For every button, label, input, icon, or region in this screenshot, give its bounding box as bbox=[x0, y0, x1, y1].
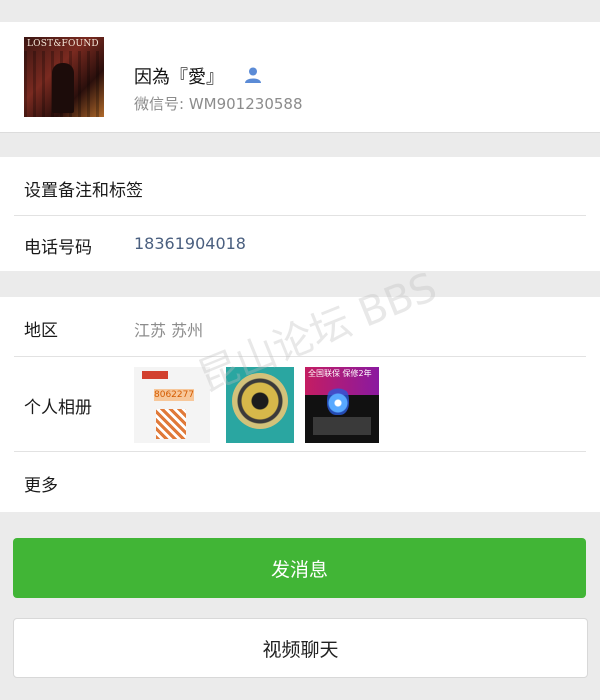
album-photo[interactable] bbox=[226, 367, 294, 443]
wechat-id: 微信号: WM901230588 bbox=[134, 95, 303, 113]
flame-image bbox=[327, 385, 349, 415]
album-label: 个人相册 bbox=[24, 398, 92, 418]
more-row[interactable]: 更多 bbox=[0, 452, 600, 512]
album-photo[interactable]: 全国联保 保修2年 bbox=[305, 367, 379, 443]
remark-tag-label: 设置备注和标签 bbox=[24, 181, 143, 201]
photo-header-mark bbox=[142, 371, 168, 379]
phone-label: 电话号码 bbox=[24, 238, 92, 258]
send-message-button[interactable]: 发消息 bbox=[13, 538, 586, 598]
qr-code-image bbox=[156, 409, 186, 439]
region-label: 地区 bbox=[24, 321, 58, 341]
album-photo[interactable]: 8062277 bbox=[134, 367, 210, 443]
album-row[interactable]: 个人相册 bbox=[0, 357, 600, 451]
stove-burner-image bbox=[232, 373, 288, 429]
avatar[interactable]: LOST&FOUND bbox=[24, 37, 104, 117]
contact-section: 设置备注和标签 电话号码 18361904018 bbox=[0, 157, 600, 271]
avatar-figure bbox=[52, 63, 74, 113]
phone-row[interactable]: 电话号码 18361904018 bbox=[0, 216, 600, 271]
region-value: 江苏 苏州 bbox=[134, 321, 204, 340]
video-chat-button[interactable]: 视频聊天 bbox=[13, 618, 588, 678]
person-icon bbox=[245, 67, 261, 83]
photo-number: 8062277 bbox=[154, 389, 195, 401]
more-label: 更多 bbox=[24, 476, 58, 496]
photo-banner-text: 全国联保 保修2年 bbox=[308, 369, 372, 378]
phone-number[interactable]: 18361904018 bbox=[134, 234, 246, 253]
stove-base-image bbox=[313, 417, 371, 435]
nickname: 因為『愛』 bbox=[134, 67, 224, 88]
avatar-logo-text: LOST&FOUND bbox=[27, 39, 99, 49]
remark-tag-row[interactable]: 设置备注和标签 bbox=[0, 157, 600, 215]
region-row: 地区 江苏 苏州 bbox=[0, 297, 600, 356]
profile-card[interactable]: LOST&FOUND 因為『愛』 微信号: WM901230588 bbox=[0, 22, 600, 133]
details-section: 地区 江苏 苏州 个人相册 更多 bbox=[0, 297, 600, 512]
